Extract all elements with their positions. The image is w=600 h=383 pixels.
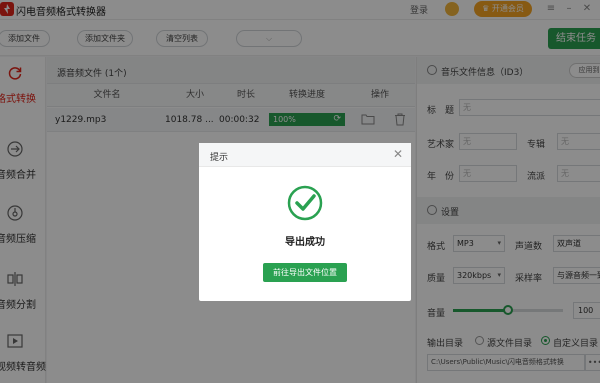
app-window: 闪电音频格式转换器 登录 ♛ 开通会员 ≡ – ✕ 添加文件 添加文件夹 清空列… (0, 0, 600, 383)
open-export-location-button[interactable]: 前往导出文件位置 (263, 263, 347, 282)
export-success-dialog: 提示 ✕ 导出成功 前往导出文件位置 (199, 143, 411, 301)
dialog-message: 导出成功 (285, 237, 325, 248)
dialog-title: 提示 (210, 153, 229, 163)
check-circle-icon (287, 185, 323, 221)
close-icon[interactable]: ✕ (391, 147, 405, 161)
dialog-header: 提示 ✕ (199, 143, 411, 167)
